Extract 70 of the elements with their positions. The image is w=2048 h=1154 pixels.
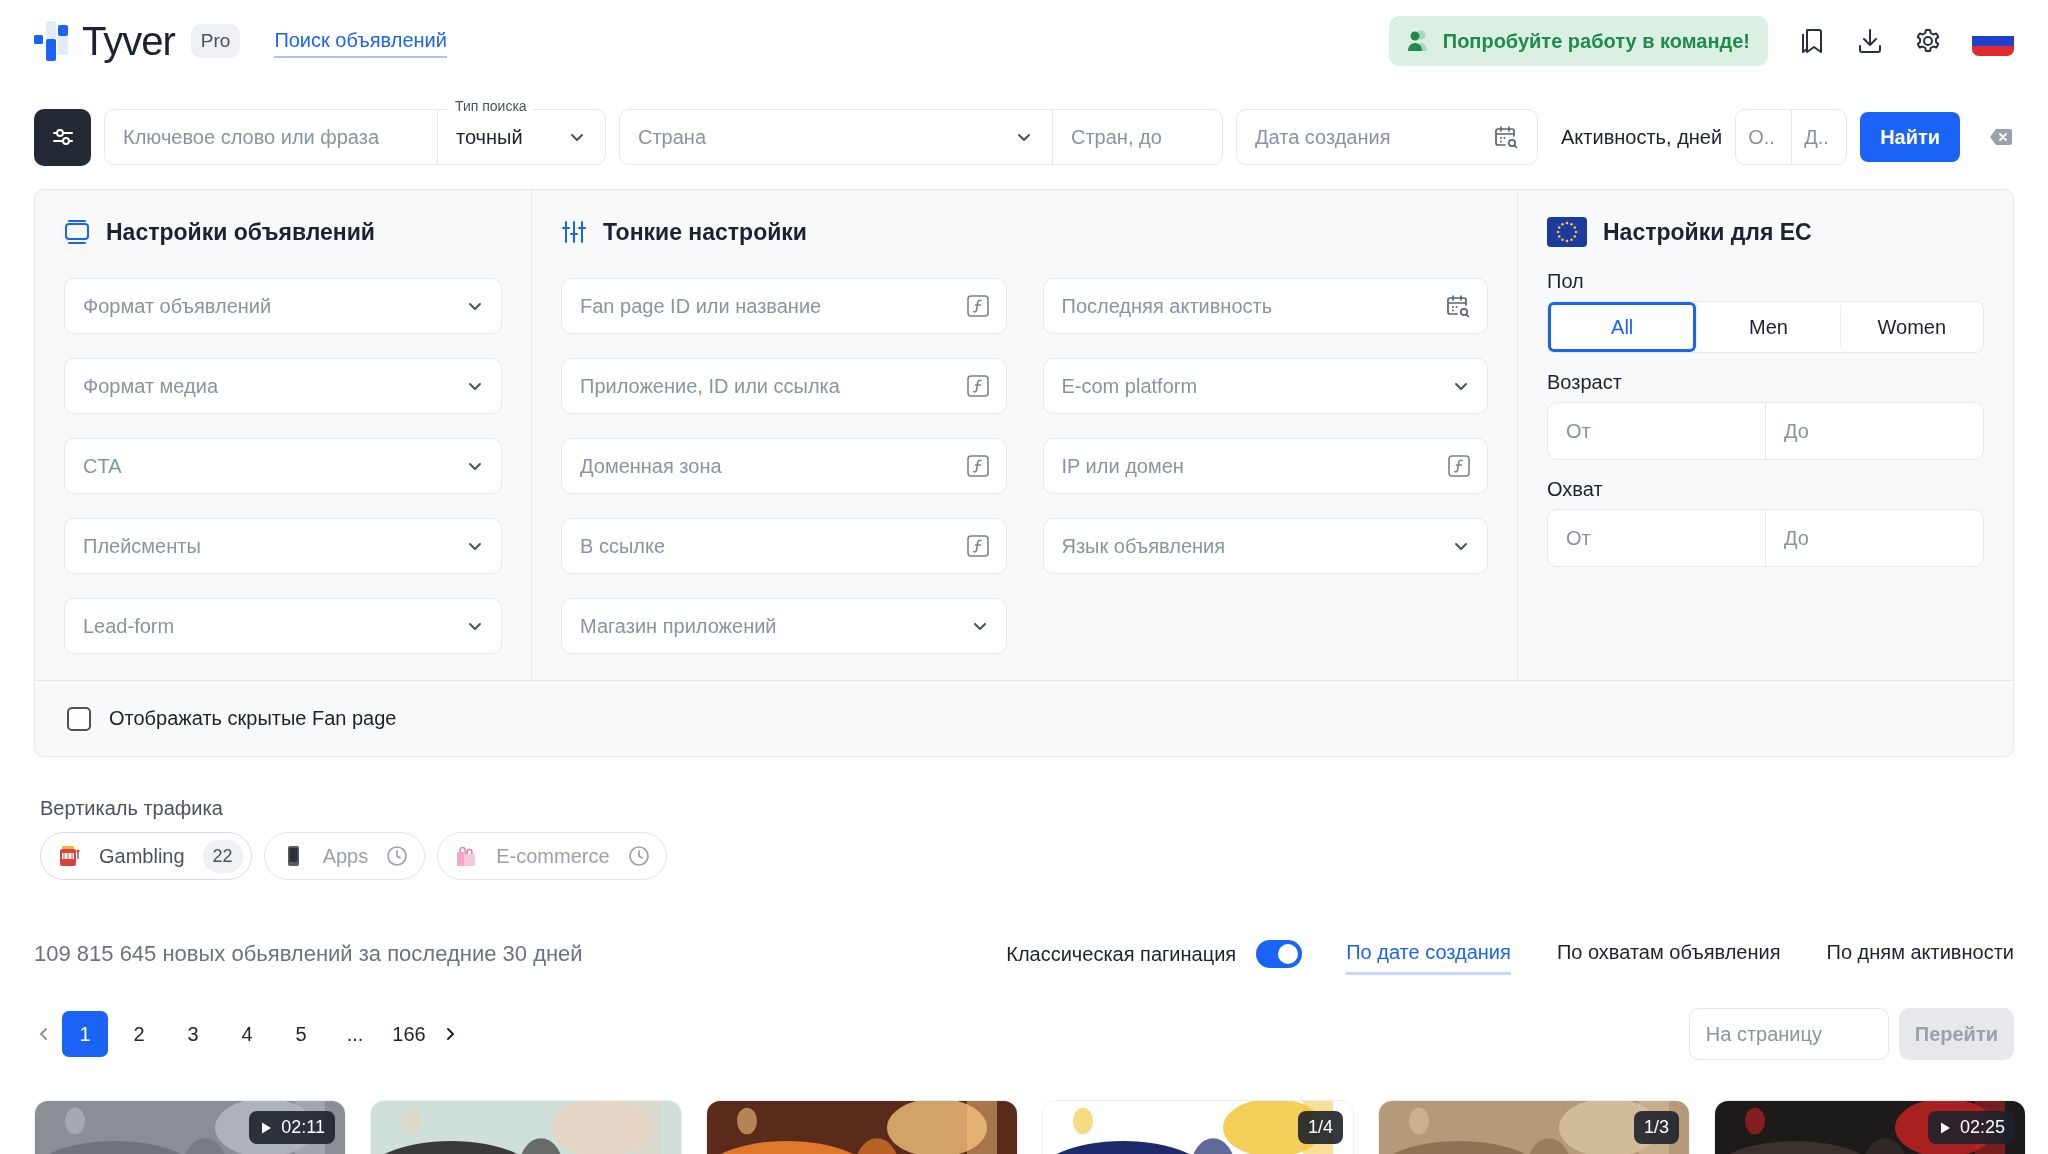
select-field[interactable]: CTA <box>64 438 502 494</box>
page-button[interactable]: 4 <box>224 1011 270 1057</box>
gender-option[interactable]: All <box>1548 302 1697 352</box>
select-field[interactable]: Язык объявления <box>1042 518 1488 574</box>
search-button[interactable]: Найти <box>1860 112 1961 162</box>
nav-link[interactable]: Поиск объявлений <box>274 24 447 58</box>
date-field[interactable]: Дата создания <box>1236 109 1538 165</box>
section-title: Настройки для ЕС <box>1603 218 1812 246</box>
function-icon <box>1447 454 1471 478</box>
eu-flag-icon <box>1547 217 1587 247</box>
media-badge: 02:25 <box>1927 1111 2015 1144</box>
toggle-switch[interactable] <box>1256 940 1303 968</box>
gender-option[interactable]: Women <box>1839 302 1983 352</box>
media-badge: 02:11 <box>249 1111 335 1144</box>
clock-icon <box>386 845 409 867</box>
page-button[interactable]: 2 <box>116 1011 162 1057</box>
page-button[interactable]: 166 <box>386 1011 432 1057</box>
ad-icon <box>64 220 90 244</box>
select-field[interactable]: Lead-form <box>64 598 502 654</box>
input-field[interactable]: Приложение, ID или ссылка <box>561 358 1007 414</box>
count-badge: 22 <box>202 839 243 873</box>
input-field[interactable]: Доменная зона <box>561 438 1007 494</box>
gender-label: Пол <box>1547 270 1585 293</box>
sort-tab[interactable]: По дате создания <box>1346 933 1511 975</box>
section-title: Настройки объявлений <box>106 218 375 246</box>
select-field[interactable]: E-com platform <box>1042 358 1488 414</box>
team-button[interactable]: Попробуйте работу в команде! <box>1388 16 1768 66</box>
function-icon <box>965 454 990 478</box>
page-button[interactable]: 5 <box>278 1011 324 1057</box>
age-label: Возраст <box>1547 371 1623 394</box>
page-button[interactable]: 1 <box>62 1011 108 1057</box>
checkbox[interactable] <box>67 706 91 731</box>
select-field[interactable]: Магазин приложений <box>561 598 1007 654</box>
sliders-icon <box>561 219 587 245</box>
page-button[interactable]: ... <box>332 1011 378 1057</box>
plan-badge: Pro <box>190 24 241 58</box>
download-icon[interactable] <box>1856 27 1884 55</box>
sort-tab[interactable]: По дням активности <box>1826 933 2014 975</box>
settings-icon[interactable] <box>1914 27 1942 55</box>
clear-icon[interactable] <box>1989 128 2014 146</box>
select-field[interactable]: Формат объявлений <box>64 278 502 334</box>
sort-tab[interactable]: По охватам объявления <box>1556 933 1781 975</box>
calendar-search-icon <box>1493 124 1519 150</box>
reach-label: Охват <box>1547 478 1604 501</box>
calendar-search-icon <box>1445 293 1471 319</box>
media-badge: 1/3 <box>1633 1111 1679 1144</box>
gender-option[interactable]: Men <box>1696 302 1840 352</box>
input-field[interactable]: IP или домен <box>1042 438 1488 494</box>
logo-text: Tyver <box>82 18 175 64</box>
page-button[interactable]: 3 <box>170 1011 216 1057</box>
function-icon <box>965 534 990 558</box>
people-icon <box>1406 29 1429 53</box>
function-icon <box>965 374 990 398</box>
slot-machine-icon <box>57 844 81 868</box>
logo-icon <box>34 21 70 61</box>
verticals-label: Вертикаль трафика <box>40 797 224 820</box>
activity-label: Активность, дней <box>1561 125 1723 149</box>
filters-button[interactable] <box>34 108 91 166</box>
select-field[interactable]: Плейсменты <box>64 518 502 574</box>
section-title: Тонкие настройки <box>603 218 807 246</box>
media-badge: 1/4 <box>1297 1111 1343 1144</box>
toggle-label: Классическая пагинация <box>1006 942 1237 966</box>
clock-icon <box>627 845 650 867</box>
input-field[interactable]: В ссылке <box>561 518 1007 574</box>
input-field[interactable]: Fan page ID или название <box>561 278 1007 334</box>
date-field[interactable]: Последняя активность <box>1042 278 1488 334</box>
select-field[interactable]: Формат медиа <box>64 358 502 414</box>
ads-count-text: 109 815 645 новых обьявлений за последние 30 дней <box>34 941 583 967</box>
checkbox-label: Отображать скрытые Fan page <box>109 707 397 730</box>
function-icon <box>965 294 990 318</box>
